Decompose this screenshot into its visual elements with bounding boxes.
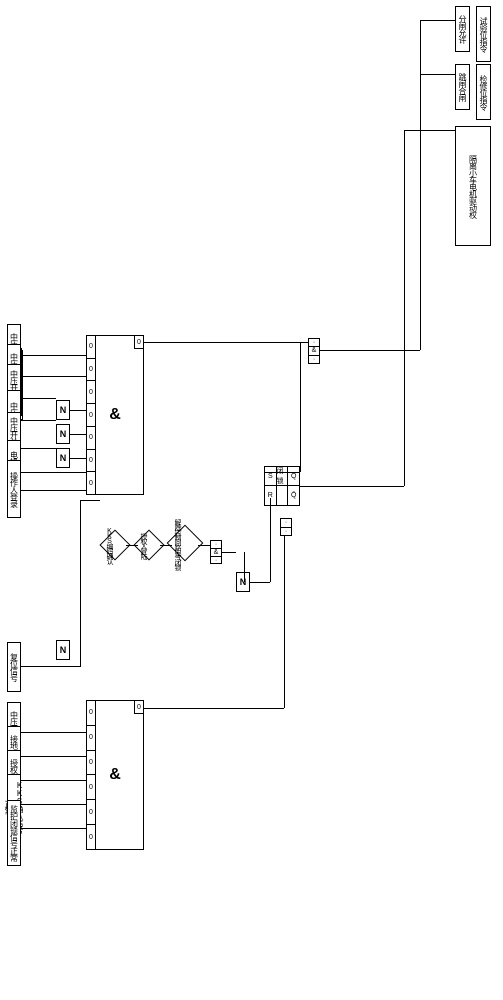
wire bbox=[160, 545, 172, 546]
wire bbox=[198, 545, 210, 546]
not-gate-1: N bbox=[56, 400, 70, 420]
wire bbox=[21, 355, 86, 356]
out-trip-close: 跳闸合闸 bbox=[455, 64, 470, 110]
wire bbox=[21, 666, 81, 667]
wire bbox=[21, 732, 86, 733]
out-maint-pos-cmd: 检修位指令 bbox=[476, 64, 491, 120]
out-isolator-motor-drive: 隔离小车电机驱动权 bbox=[455, 126, 491, 246]
wire bbox=[21, 472, 86, 473]
ti6: 操作人登录 bbox=[7, 460, 21, 518]
and-gate-bottom: 000 000 0 & bbox=[86, 700, 144, 850]
wire bbox=[264, 472, 300, 473]
not-gate-2: N bbox=[56, 424, 70, 444]
wire bbox=[404, 130, 405, 486]
wire bbox=[21, 420, 56, 421]
and-small-1: ·&· bbox=[210, 540, 222, 564]
wire bbox=[270, 498, 271, 582]
wire bbox=[300, 486, 404, 487]
wire bbox=[21, 490, 86, 491]
not-gate-5: N bbox=[236, 572, 250, 592]
wire bbox=[80, 500, 100, 501]
wire bbox=[320, 350, 420, 351]
wire bbox=[70, 458, 86, 459]
wire bbox=[222, 552, 236, 553]
wire bbox=[420, 20, 455, 21]
bi0: 复位信号 bbox=[7, 642, 21, 692]
diamond-unlock-label: 解除控制回路电气闭锁 bbox=[172, 516, 182, 572]
and-gate-top: 000 000 0 0 & bbox=[86, 335, 144, 495]
out-test-pos-cmd: 试验位指令 bbox=[476, 6, 491, 62]
wire bbox=[21, 780, 86, 781]
wire bbox=[300, 342, 301, 472]
wire bbox=[420, 74, 455, 75]
not-gate-3: N bbox=[56, 448, 70, 468]
wire bbox=[70, 410, 86, 411]
bi5: 监护闭锁信号正常 bbox=[7, 800, 21, 866]
wire bbox=[284, 536, 285, 708]
wire bbox=[144, 342, 308, 343]
wire bbox=[21, 448, 56, 449]
wire bbox=[21, 398, 56, 399]
not-gate-4: N bbox=[56, 640, 70, 660]
wire bbox=[250, 582, 270, 583]
wire bbox=[244, 552, 245, 582]
wire bbox=[126, 545, 138, 546]
wire bbox=[404, 130, 455, 131]
wire bbox=[420, 20, 421, 350]
wire bbox=[21, 804, 86, 805]
wire bbox=[21, 828, 86, 829]
and-small-2: ·· bbox=[280, 518, 292, 536]
wire bbox=[21, 376, 86, 377]
wire bbox=[70, 434, 86, 435]
wire bbox=[80, 500, 81, 666]
out-allow-open: 分闸允许 bbox=[455, 6, 470, 52]
diamond-kks-label: KKS编码确认 bbox=[104, 522, 114, 568]
and-small-3: ·&· bbox=[308, 338, 320, 364]
wire bbox=[144, 708, 284, 709]
diamond-auth-label: 授权人登陆 bbox=[138, 522, 148, 568]
wire bbox=[21, 756, 86, 757]
